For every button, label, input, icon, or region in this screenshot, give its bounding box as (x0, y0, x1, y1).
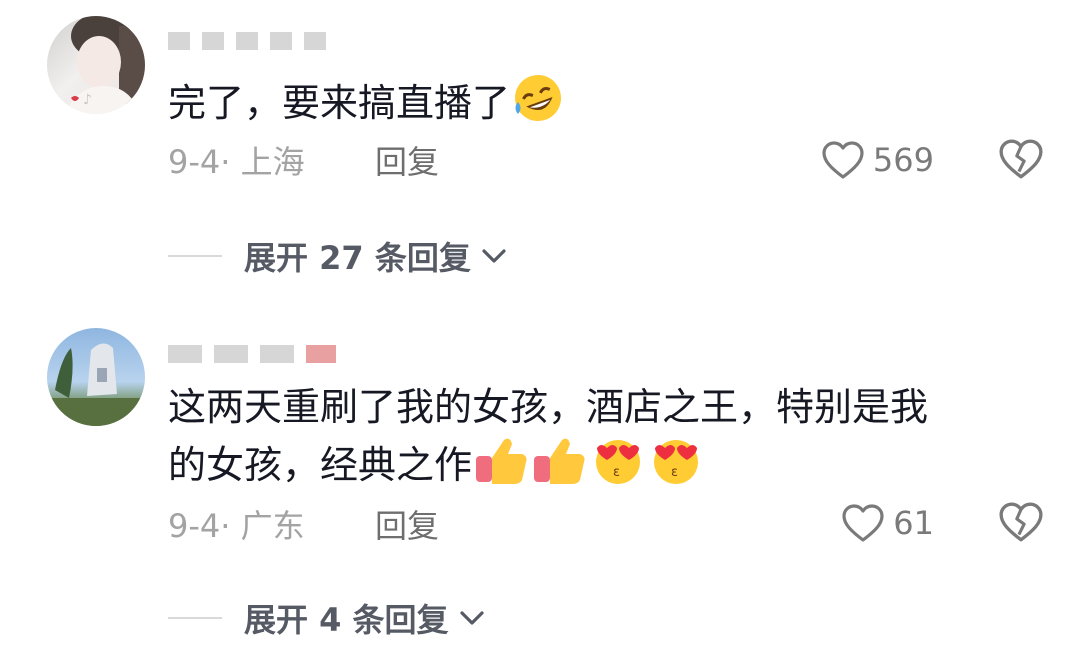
chevron-down-icon (482, 249, 506, 263)
expand-replies-button[interactable]: 展开 27 条回复 (168, 234, 509, 278)
comment-meta: 9-4· 广东 (168, 504, 305, 545)
comment-body: 完了，要来搞直播了 (168, 81, 511, 125)
heart-eyes-kiss-emoji: ε (648, 434, 704, 500)
heart-outline-icon (842, 504, 884, 542)
chevron-down-icon (459, 611, 484, 625)
mosaic-block (304, 32, 326, 50)
mosaic-block (214, 345, 248, 363)
mosaic-block (168, 345, 202, 363)
expand-replies-button[interactable]: 展开 4 条回复 (168, 596, 487, 640)
avatar[interactable] (47, 328, 145, 426)
svg-text:♪: ♪ (83, 92, 92, 108)
rolling-on-floor-laughing-emoji (512, 72, 564, 138)
mosaic-block (260, 345, 294, 363)
mosaic-block (236, 32, 258, 50)
broken-heart-icon[interactable] (998, 136, 1044, 182)
expand-replies-label: 展开 4 条回复 (244, 601, 449, 639)
like-button[interactable]: 569 (821, 136, 934, 184)
divider-line (168, 255, 222, 257)
divider-line (168, 617, 222, 619)
broken-heart-icon[interactable] (998, 499, 1044, 545)
comment-body-line: 的女孩，经典之作 ε ε (168, 434, 1028, 500)
mosaic-block (202, 32, 224, 50)
like-count: 569 (872, 141, 934, 179)
comment-list: ♪ 完了，要来搞直播了 9-4· 上海 回复 569 展开 27 条回复 这两天… (0, 0, 1080, 651)
thumbs-up-emoji (532, 434, 588, 500)
reply-button[interactable]: 回复 (375, 140, 439, 181)
thumbs-up-emoji (474, 434, 530, 500)
like-button[interactable]: 61 (841, 499, 934, 547)
username-obscured[interactable] (168, 20, 338, 50)
comment-meta: 9-4· 上海 (168, 140, 305, 181)
expand-replies-label: 展开 27 条回复 (244, 239, 471, 277)
comment-text: 完了，要来搞直播了 (168, 72, 1028, 138)
avatar[interactable]: ♪ (47, 16, 145, 114)
heart-outline-icon (822, 141, 864, 179)
svg-text:ε: ε (671, 465, 678, 480)
avatar-image-icon: ♪ (65, 16, 145, 114)
reply-button[interactable]: 回复 (375, 504, 439, 545)
avatar-image-icon (47, 343, 145, 426)
comment-body-line: 这两天重刷了我的女孩，酒店之王，特别是我 (168, 385, 929, 429)
comment-text: 这两天重刷了我的女孩，酒店之王，特别是我 的女孩，经典之作 ε ε (168, 380, 1028, 500)
mosaic-block (168, 32, 190, 50)
username-obscured[interactable] (168, 333, 348, 363)
comment-body: 的女孩，经典之作 (168, 443, 473, 487)
mosaic-block (270, 32, 292, 50)
mosaic-block (306, 345, 336, 363)
svg-text:ε: ε (613, 465, 620, 480)
date-location: 9-4· 广东 (168, 507, 305, 545)
heart-eyes-kiss-emoji: ε (590, 434, 646, 500)
like-count: 61 (893, 504, 934, 542)
date-location: 9-4· 上海 (168, 143, 305, 181)
